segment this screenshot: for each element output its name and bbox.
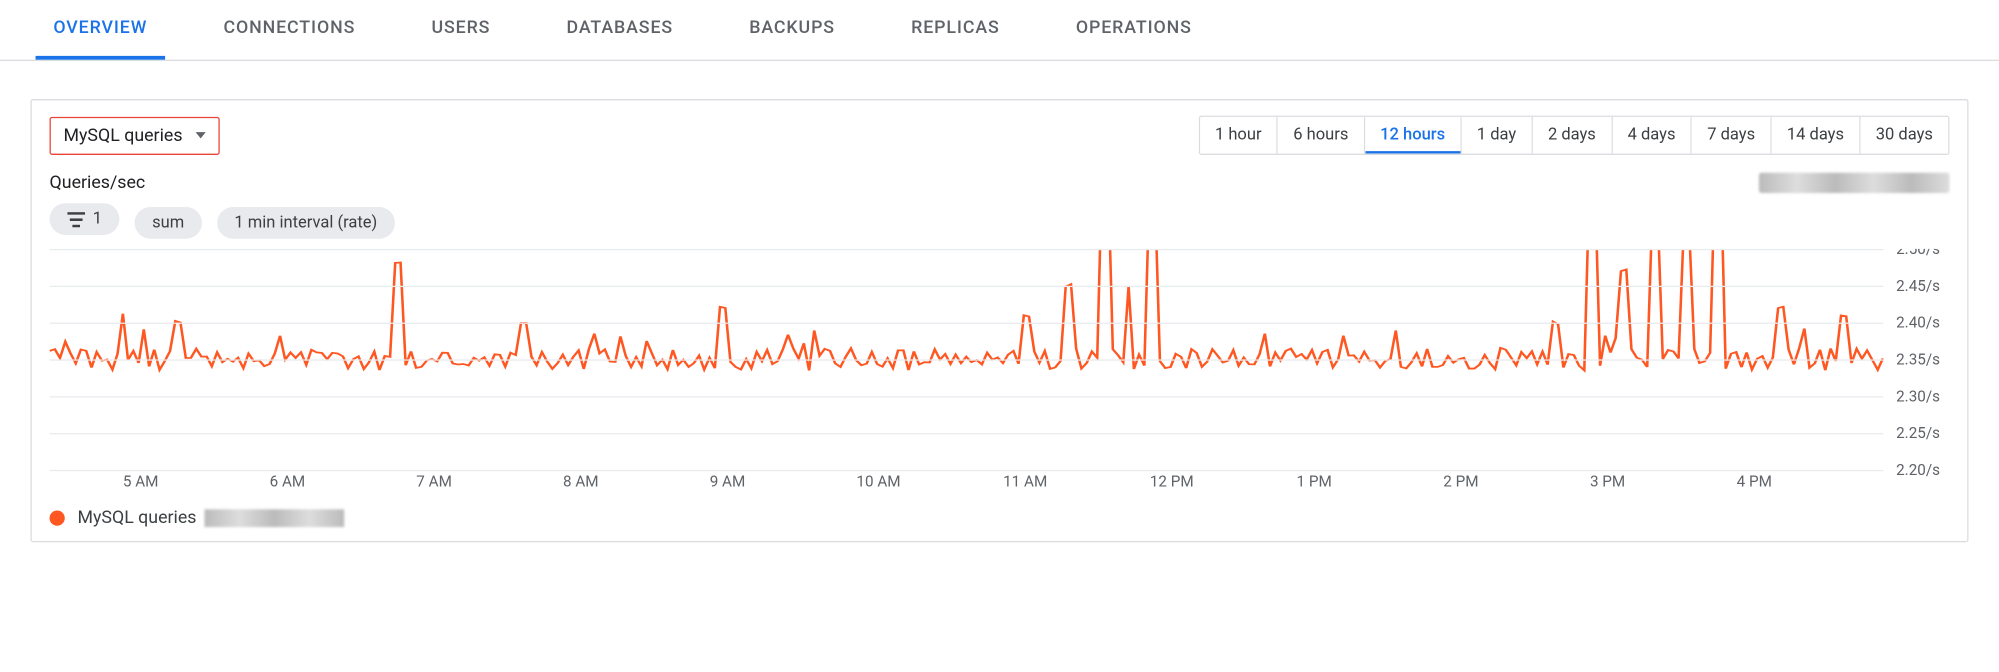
metric-select-label: MySQL queries — [64, 125, 183, 145]
x-axis: 5 AM6 AM7 AM8 AM9 AM10 AM11 AM12 PM1 PM2… — [50, 472, 1884, 490]
range-30-days[interactable]: 30 days — [1861, 117, 1949, 154]
x-tick-label: 12 PM — [1150, 472, 1297, 490]
legend: MySQL queries — [50, 507, 1950, 535]
tab-overview[interactable]: OVERVIEW — [36, 0, 166, 60]
filter-count: 1 — [93, 210, 102, 229]
x-tick-label: 5 AM — [123, 472, 270, 490]
x-tick-label: 10 AM — [856, 472, 1003, 490]
plot-area[interactable] — [50, 248, 1884, 469]
filter-icon — [67, 211, 85, 226]
y-tick-label: 2.40/s — [1888, 314, 1939, 350]
y-tick-label: 2.25/s — [1888, 425, 1939, 461]
x-tick-label: 8 AM — [563, 472, 710, 490]
chevron-down-icon — [195, 132, 205, 138]
tab-users[interactable]: USERS — [414, 0, 508, 60]
range-1-day[interactable]: 1 day — [1462, 117, 1533, 154]
tab-replicas[interactable]: REPLICAS — [893, 0, 1017, 60]
x-tick-label: 4 PM — [1737, 472, 1884, 490]
time-range-picker: 1 hour6 hours12 hours1 day2 days4 days7 … — [1198, 116, 1949, 155]
redacted-label — [1759, 173, 1950, 193]
x-tick-label: 1 PM — [1297, 472, 1444, 490]
range-6-hours[interactable]: 6 hours — [1278, 117, 1365, 154]
gridline — [50, 322, 1884, 323]
x-tick-label: 6 AM — [270, 472, 417, 490]
y-tick-label: 2.20/s — [1888, 462, 1939, 495]
legend-series-name: MySQL queries — [77, 507, 196, 527]
metrics-panel: MySQL queries 1 hour6 hours12 hours1 day… — [30, 99, 1968, 542]
range-14-days[interactable]: 14 days — [1772, 117, 1861, 154]
gridline — [50, 248, 1884, 249]
y-tick-label: 2.30/s — [1888, 388, 1939, 424]
interval-pill[interactable]: 1 min interval (rate) — [217, 206, 395, 238]
range-4-days[interactable]: 4 days — [1612, 117, 1692, 154]
tabbar: OVERVIEW CONNECTIONS USERS DATABASES BACKUPS… — [0, 0, 1999, 61]
redacted-label — [204, 509, 344, 527]
legend-dot-icon — [50, 510, 65, 525]
x-tick-label: 9 AM — [710, 472, 857, 490]
range-12-hours[interactable]: 12 hours — [1365, 117, 1462, 154]
x-tick-label: 11 AM — [1003, 472, 1150, 490]
aggregation-pill[interactable]: sum — [134, 206, 202, 238]
tab-operations[interactable]: OPERATIONS — [1058, 0, 1209, 60]
range-7-days[interactable]: 7 days — [1692, 117, 1772, 154]
tab-databases[interactable]: DATABASES — [549, 0, 691, 60]
chart: 2.50/s2.45/s2.40/s2.35/s2.30/s2.25/s2.20… — [50, 248, 1950, 494]
gridline — [50, 469, 1884, 470]
y-tick-label: 2.50/s — [1888, 248, 1939, 276]
range-1-hour[interactable]: 1 hour — [1200, 117, 1278, 154]
tab-backups[interactable]: BACKUPS — [731, 0, 852, 60]
gridline — [50, 432, 1884, 433]
gridline — [50, 396, 1884, 397]
tab-connections[interactable]: CONNECTIONS — [206, 0, 373, 60]
metric-select[interactable]: MySQL queries — [50, 116, 220, 154]
gridline — [50, 285, 1884, 286]
y-tick-label: 2.45/s — [1888, 277, 1939, 313]
chart-option-pills: 1 sum 1 min interval (rate) — [50, 203, 1950, 238]
y-tick-label: 2.35/s — [1888, 351, 1939, 387]
chart-title: Queries/sec — [50, 173, 146, 193]
x-tick-label: 3 PM — [1590, 472, 1737, 490]
y-axis: 2.50/s2.45/s2.40/s2.35/s2.30/s2.25/s2.20… — [1888, 248, 1949, 251]
x-tick-label: 2 PM — [1443, 472, 1590, 490]
range-2-days[interactable]: 2 days — [1533, 117, 1613, 154]
filter-pill[interactable]: 1 — [50, 203, 120, 235]
x-tick-label: 7 AM — [416, 472, 563, 490]
gridline — [50, 359, 1884, 360]
